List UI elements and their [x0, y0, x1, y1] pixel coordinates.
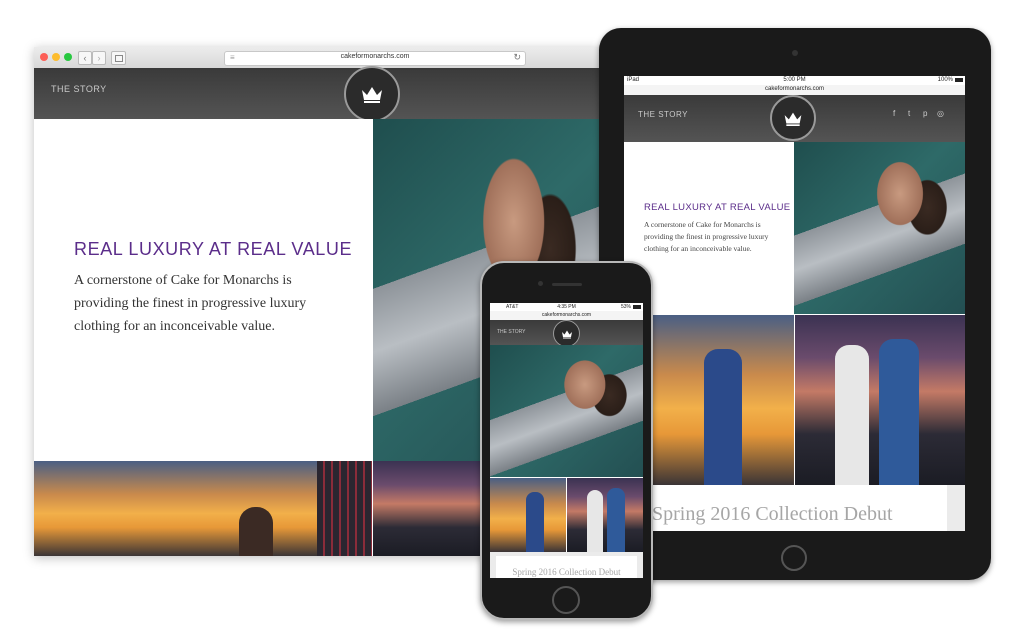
phone-collection-card: Spring 2016 Collection Debut — [496, 556, 637, 578]
sidebar-icon — [115, 55, 123, 62]
battery-label: 100% — [937, 77, 953, 83]
chevron-left-icon: ‹ — [83, 53, 87, 63]
phone-device: AT&T 4:35 PM 53% cakeformonarchs.com THE… — [480, 261, 653, 620]
phone-screen: AT&T 4:35 PM 53% cakeformonarchs.com THE… — [490, 303, 643, 578]
model-silhouette — [835, 345, 869, 485]
chevron-right-icon: › — [97, 53, 101, 63]
forward-button[interactable]: › — [92, 51, 106, 65]
model-silhouette — [239, 507, 273, 556]
phone-nav-the-story[interactable]: THE STORY — [497, 329, 525, 335]
phone-site-logo[interactable] — [553, 320, 580, 347]
tablet-status-bar: iPad 5:00 PM 100% — [624, 76, 965, 85]
pinterest-icon[interactable]: p — [923, 109, 927, 118]
phone-url: cakeformonarchs.com — [541, 312, 592, 318]
model-silhouette — [587, 490, 603, 552]
tablet-hero-body: A cornerstone of Cake for Monarchs is pr… — [644, 220, 769, 253]
phone-status-bar: AT&T 4:35 PM 53% — [490, 303, 643, 311]
battery-icon — [633, 305, 641, 309]
phone-collection-title: Spring 2016 Collection Debut — [512, 567, 621, 577]
facebook-icon[interactable]: f — [893, 109, 895, 118]
phone-speaker — [552, 283, 582, 286]
crown-icon — [561, 330, 572, 338]
tablet-hero-photo — [794, 142, 965, 314]
status-time: 5:00 PM — [783, 77, 806, 83]
tablet-device: iPad 5:00 PM 100% cakeformonarchs.com TH… — [599, 28, 991, 580]
crown-icon — [784, 112, 802, 126]
address-bar[interactable]: ≡ cakeformonarchs.com ↻ — [224, 51, 526, 66]
crown-icon — [362, 87, 382, 103]
model-silhouette — [704, 349, 742, 485]
phone-hero-photo — [490, 345, 643, 477]
instagram-icon[interactable]: ◎ — [937, 109, 944, 118]
maximize-window-button[interactable] — [64, 53, 72, 61]
minimize-window-button[interactable] — [52, 53, 60, 61]
hero-text-panel: REAL LUXURY AT REAL VALUE A cornerstone … — [34, 119, 373, 461]
tablet-url: cakeformonarchs.com — [764, 86, 825, 92]
sidebar-toggle-button[interactable] — [111, 51, 126, 65]
site-logo[interactable] — [344, 66, 400, 122]
phone-collection-band: Spring 2016 Collection Debut — [490, 552, 643, 578]
phone-night-photo — [567, 478, 643, 552]
tablet-collection-title: Spring 2016 Collection Debut — [652, 503, 893, 525]
tablet-home-button[interactable] — [781, 545, 807, 571]
back-button[interactable]: ‹ — [78, 51, 92, 65]
hero-body: A cornerstone of Cake for Monarchs is pr… — [74, 273, 307, 334]
phone-sunset-photo — [490, 478, 566, 552]
tablet-site-logo[interactable] — [770, 95, 816, 141]
site-header: THE STORY — [34, 68, 600, 119]
tablet-collection-card: Spring 2016 Collection Debut — [642, 485, 947, 531]
tablet-hero-heading: REAL LUXURY AT REAL VALUE — [644, 202, 791, 213]
tablet-screen: iPad 5:00 PM 100% cakeformonarchs.com TH… — [624, 76, 965, 531]
tablet-nav-the-story[interactable]: THE STORY — [638, 110, 688, 119]
model-silhouette — [879, 339, 919, 485]
phone-camera — [538, 281, 543, 286]
hero-heading: REAL LUXURY AT REAL VALUE — [74, 239, 353, 259]
battery-icon — [955, 78, 963, 82]
battery-label: 53% — [620, 304, 631, 310]
address-url: cakeformonarchs.com — [340, 53, 410, 60]
building-photo — [317, 461, 372, 556]
reload-icon[interactable]: ↻ — [513, 52, 521, 63]
model-silhouette — [526, 492, 544, 552]
sunset-photo — [34, 461, 317, 556]
twitter-icon[interactable]: t — [908, 109, 910, 118]
close-window-button[interactable] — [40, 53, 48, 61]
tablet-collection-band: Spring 2016 Collection Debut — [624, 485, 965, 531]
phone-home-button[interactable] — [552, 586, 580, 614]
model-silhouette — [607, 488, 625, 552]
nav-the-story[interactable]: THE STORY — [51, 84, 107, 94]
tablet-night-photo — [795, 315, 965, 485]
tablet-camera — [792, 50, 798, 56]
browser-toolbar: ‹ › ≡ cakeformonarchs.com ↻ — [34, 47, 600, 69]
